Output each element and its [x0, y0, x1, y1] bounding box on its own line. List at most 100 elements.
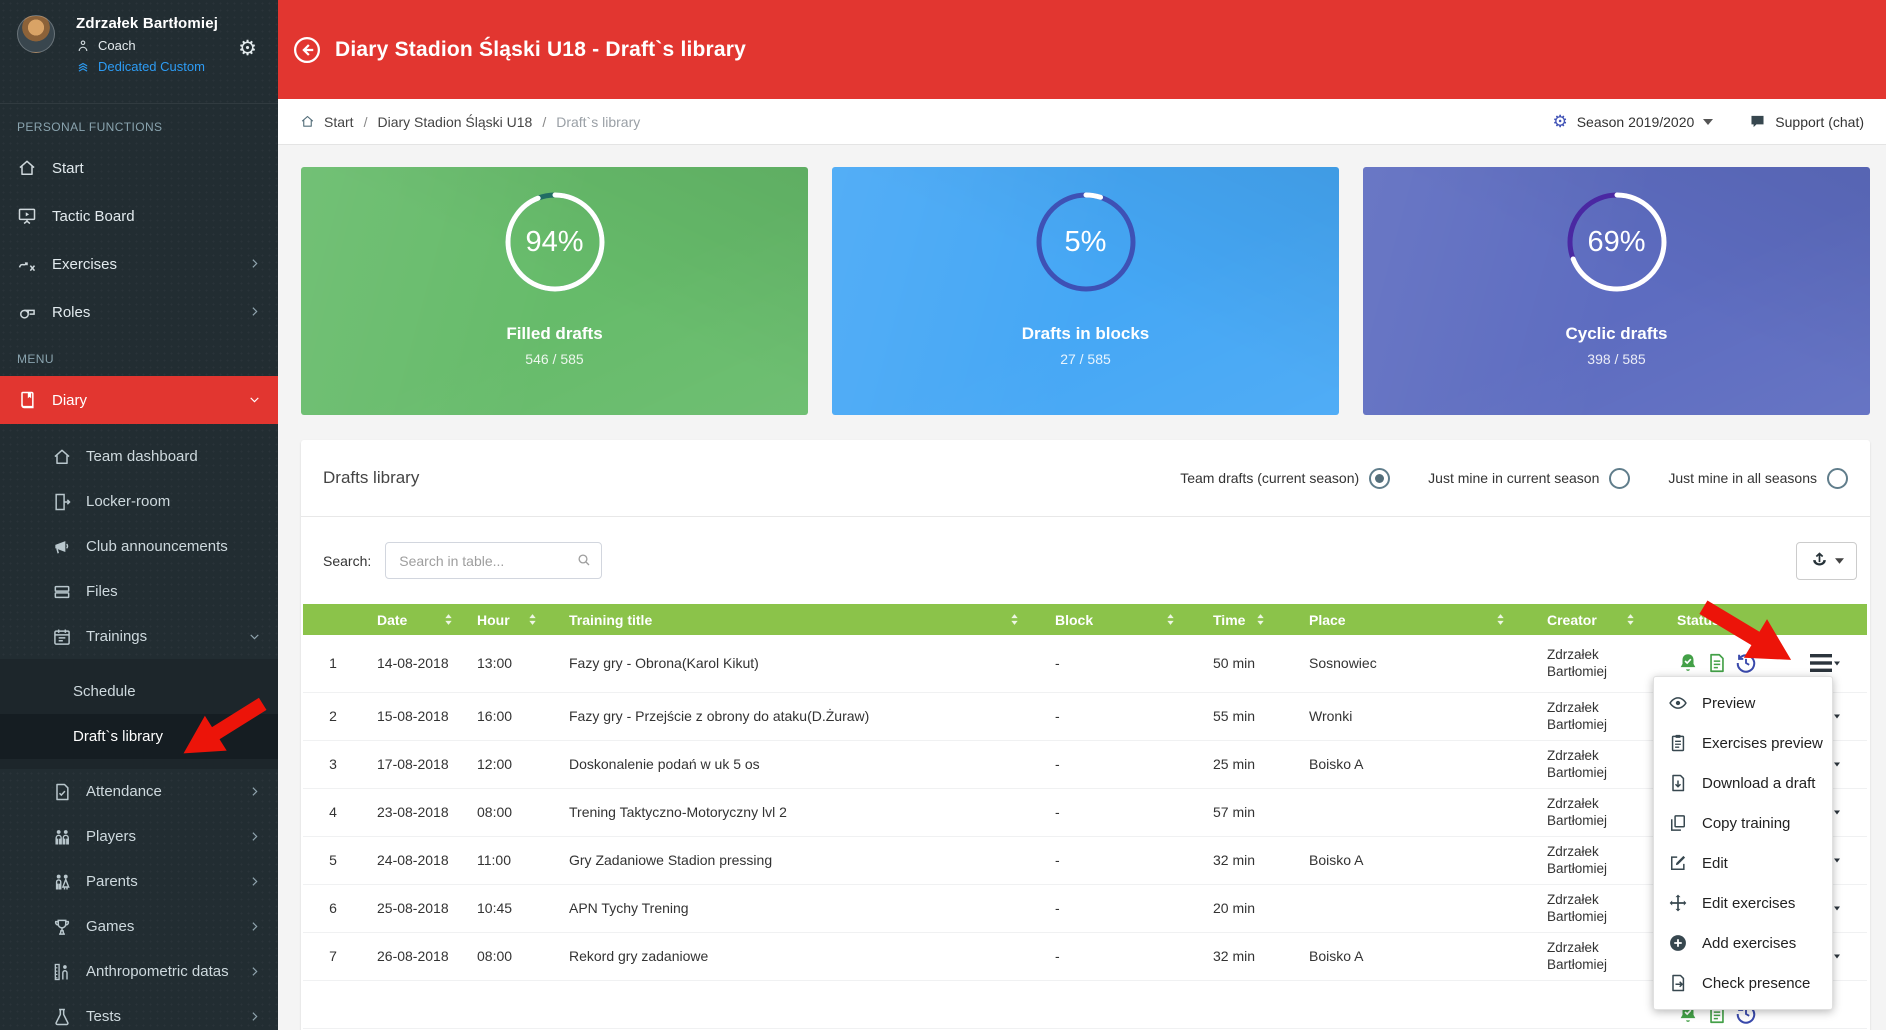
- sidebar-item-start[interactable]: Start: [0, 144, 278, 192]
- date-cell: 14-08-2018: [363, 635, 465, 693]
- sort-icon[interactable]: [1256, 613, 1265, 626]
- place-cell: Boisko A: [1277, 932, 1517, 981]
- context-menu-item-label: Exercises preview: [1702, 734, 1823, 752]
- block-cell: -: [1031, 932, 1187, 981]
- context-menu-item-add-exercises[interactable]: Add exercises: [1654, 923, 1832, 963]
- sidebar-item-attendance[interactable]: Attendance: [0, 769, 278, 814]
- sidebar-item-players[interactable]: Players: [0, 814, 278, 859]
- sidebar-item-exercises[interactable]: Exercises: [0, 240, 278, 288]
- sidebar-item-label: Games: [86, 918, 135, 935]
- sidebar-item-diary[interactable]: Diary: [0, 376, 278, 424]
- context-menu-item-exercises-preview[interactable]: Exercises preview: [1654, 723, 1832, 763]
- user-plan-link[interactable]: Dedicated Custom: [76, 59, 218, 74]
- row-number: 2: [303, 692, 363, 741]
- column-header-creator[interactable]: Creator: [1517, 604, 1647, 635]
- column-header-place[interactable]: Place: [1277, 604, 1517, 635]
- sidebar-item-anthropometric-datas[interactable]: Anthropometric datas: [0, 949, 278, 994]
- card-label: Cyclic drafts: [1565, 324, 1668, 343]
- sidebar-item-draft-s-library[interactable]: Draft`s library: [0, 714, 278, 759]
- sort-icon[interactable]: [1010, 613, 1019, 626]
- levels-icon: [76, 60, 90, 74]
- table-row: 1 14-08-2018 13:00 Fazy gry - Obrona(Karol …: [303, 635, 1867, 693]
- export-button[interactable]: [1796, 541, 1857, 580]
- column-header-training-title[interactable]: Training title: [549, 604, 1031, 635]
- person-icon: [76, 39, 90, 53]
- stat-card-cyclic-drafts: 69% Cyclic drafts 398 / 585: [1363, 167, 1870, 415]
- filter-label: Just mine in current season: [1428, 470, 1600, 486]
- breadcrumb-item-diary-stadion-l-ski-u18[interactable]: Diary Stadion Śląski U18: [377, 114, 532, 130]
- column-header-block[interactable]: Block: [1031, 604, 1187, 635]
- context-menu-item-edit[interactable]: Edit: [1654, 843, 1832, 883]
- sidebar-item-roles[interactable]: Roles: [0, 288, 278, 336]
- context-menu-item-copy-training[interactable]: Copy training: [1654, 803, 1832, 843]
- filter-radio-just-mine-in-current-season[interactable]: Just mine in current season: [1428, 467, 1631, 489]
- sort-icon[interactable]: [444, 613, 453, 626]
- filter-radio-just-mine-in-all-seasons[interactable]: Just mine in all seasons: [1668, 467, 1848, 489]
- chevron-right-icon: [248, 830, 262, 844]
- sidebar-item-club-announcements[interactable]: Club announcements: [0, 524, 278, 569]
- presence-icon: [1668, 973, 1688, 993]
- sidebar-item-parents[interactable]: Parents: [0, 859, 278, 904]
- training-title-cell: [549, 980, 1031, 1029]
- context-menu-item-label: Check presence: [1702, 974, 1811, 992]
- panel-title: Drafts library: [323, 468, 420, 487]
- sidebar-item-team-dashboard[interactable]: Team dashboard: [0, 434, 278, 479]
- sidebar-item-tests[interactable]: Tests: [0, 994, 278, 1030]
- radio-button[interactable]: [1827, 467, 1848, 489]
- season-selector[interactable]: ⚙ Season 2019/2020: [1552, 113, 1714, 130]
- row-number: 3: [303, 740, 363, 789]
- sort-icon[interactable]: [1626, 613, 1635, 626]
- filter-radio-team-drafts-current-season[interactable]: Team drafts (current season): [1180, 467, 1391, 489]
- sidebar-item-games[interactable]: Games: [0, 904, 278, 949]
- eye-icon: [1668, 693, 1688, 713]
- breadcrumb-item-start[interactable]: Start: [324, 114, 354, 130]
- column-header-date[interactable]: Date: [363, 604, 465, 635]
- training-title-cell: APN Tychy Trening: [549, 884, 1031, 933]
- context-menu-item-download-a-draft[interactable]: Download a draft: [1654, 763, 1832, 803]
- clipboard-icon: [1668, 733, 1688, 753]
- support-chat-link[interactable]: Support (chat): [1749, 113, 1864, 130]
- row-number: 7: [303, 932, 363, 981]
- sort-icon[interactable]: [1166, 613, 1175, 626]
- sidebar-item-label: Start: [52, 159, 84, 177]
- column-header-hour[interactable]: Hour: [465, 604, 549, 635]
- sidebar-item-label: Team dashboard: [86, 448, 198, 465]
- radio-button[interactable]: [1609, 467, 1631, 489]
- sidebar-item-label: Locker-room: [86, 493, 171, 510]
- ruler-icon: [52, 962, 76, 982]
- avatar[interactable]: [17, 15, 55, 53]
- context-menu-item-check-presence[interactable]: Check presence: [1654, 963, 1832, 1003]
- breadcrumb-separator: /: [363, 113, 368, 130]
- sidebar-section-personal-label: PERSONAL FUNCTIONS: [17, 120, 163, 134]
- time-cell: 32 min: [1187, 836, 1277, 885]
- settings-gear-icon[interactable]: ⚙: [238, 38, 257, 59]
- block-cell: -: [1031, 836, 1187, 885]
- context-menu-item-edit-exercises[interactable]: Edit exercises: [1654, 883, 1832, 923]
- sidebar-item-locker-room[interactable]: Locker-room: [0, 479, 278, 524]
- block-cell: -: [1031, 740, 1187, 789]
- radio-button[interactable]: [1369, 467, 1391, 489]
- filter-label: Team drafts (current season): [1180, 470, 1360, 486]
- sidebar-item-trainings[interactable]: Trainings: [0, 614, 278, 659]
- sidebar-item-tactic-board[interactable]: Tactic Board: [0, 192, 278, 240]
- stat-card-drafts-in-blocks: 5% Drafts in blocks 27 / 585: [832, 167, 1339, 415]
- block-cell: [1031, 980, 1187, 1029]
- search-input[interactable]: [385, 542, 603, 579]
- place-cell: Sosnowiec: [1277, 635, 1517, 693]
- table-row: 5 24-08-2018 11:00 Gry Zadaniowe Stadion pr…: [303, 836, 1867, 885]
- sort-icon[interactable]: [1496, 613, 1505, 626]
- whistle-icon: [17, 302, 41, 322]
- sidebar-item-files[interactable]: Files: [0, 569, 278, 614]
- back-icon[interactable]: [292, 35, 322, 65]
- sort-icon[interactable]: [528, 613, 537, 626]
- column-label: Hour: [477, 611, 510, 628]
- page-header: Diary Stadion Śląski U18 - Draft`s libra…: [278, 0, 1886, 99]
- block-cell: -: [1031, 692, 1187, 741]
- column-header-time[interactable]: Time: [1187, 604, 1277, 635]
- place-cell: Boisko A: [1277, 836, 1517, 885]
- row-actions-menu-button[interactable]: [1809, 653, 1841, 673]
- draft-doc-icon: [1706, 652, 1728, 674]
- context-menu-item-preview[interactable]: Preview: [1654, 683, 1832, 723]
- sidebar-item-schedule[interactable]: Schedule: [0, 669, 278, 714]
- megaphone-icon: [52, 537, 76, 557]
